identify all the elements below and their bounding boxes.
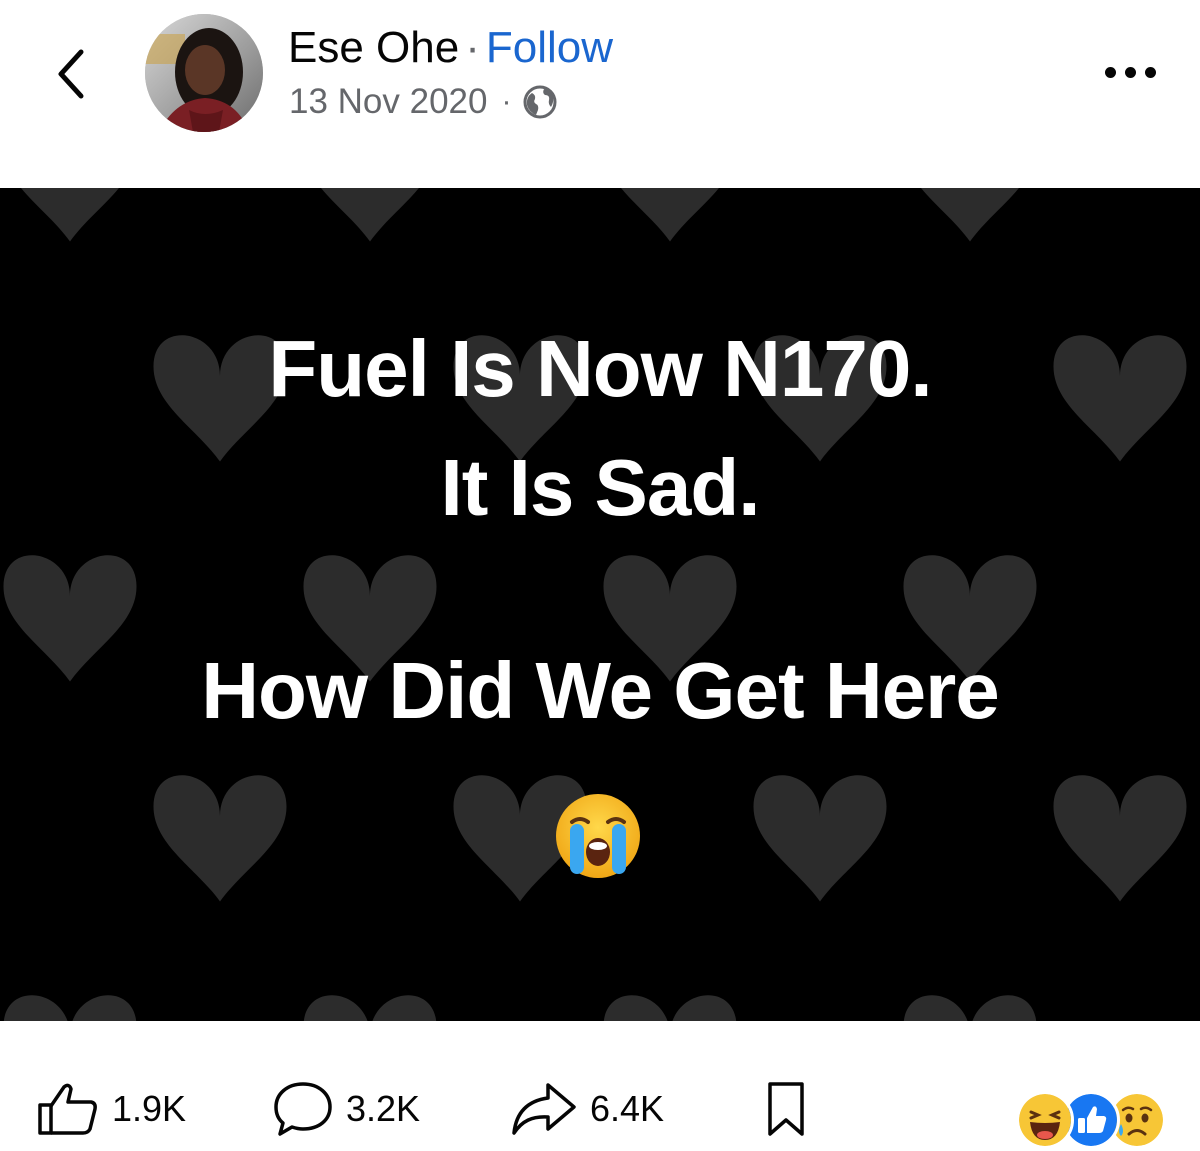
more-dot [1104, 66, 1116, 78]
like-button[interactable]: 1.9K [36, 1069, 186, 1149]
thumbs-up-icon [38, 1083, 97, 1135]
post-date[interactable]: 13 Nov 2020 [289, 82, 487, 122]
back-button[interactable] [40, 36, 100, 112]
comment-button[interactable]: 3.2K [272, 1069, 420, 1149]
action-bar: 1.9K 3.2K 6.4K [0, 1021, 1200, 1151]
chevron-left-icon [58, 49, 84, 99]
post-text-line-1: Fuel Is Now N170. [268, 324, 932, 413]
post-text-line-2: It Is Sad. [440, 443, 761, 532]
separator-dot: · [465, 23, 480, 72]
globe-icon [523, 85, 557, 119]
avatar-photo [145, 14, 263, 132]
share-count: 6.4K [590, 1088, 665, 1129]
post-header: Ese Ohe · Follow 13 Nov 2020 · [0, 0, 1200, 188]
post-text-line-3: How Did We Get Here [201, 646, 999, 735]
avatar[interactable] [145, 14, 263, 132]
share-arrow-icon [512, 1083, 576, 1135]
crying-face-emoji [556, 794, 640, 878]
author-name[interactable]: Ese Ohe [288, 23, 459, 72]
save-button[interactable] [762, 1069, 810, 1149]
author-line: Ese Ohe · Follow [288, 20, 613, 76]
like-count: 1.9K [112, 1088, 187, 1129]
more-options-button[interactable] [1094, 52, 1166, 92]
post-meta: 13 Nov 2020 · [289, 80, 557, 124]
share-button[interactable]: 6.4K [510, 1069, 664, 1149]
separator-dot: · [501, 85, 512, 118]
more-dot [1124, 66, 1136, 78]
more-dot [1144, 66, 1156, 78]
bookmark-icon [768, 1082, 804, 1136]
follow-button[interactable]: Follow [486, 23, 613, 72]
haha-reaction-icon [1016, 1091, 1074, 1149]
comment-count: 3.2K [346, 1088, 421, 1129]
reaction-summary[interactable] [1016, 1091, 1166, 1149]
post-text: Fuel Is Now N170. It Is Sad. How Did We … [0, 188, 1200, 1021]
comment-icon [274, 1082, 332, 1136]
post-image[interactable]: Fuel Is Now N170. It Is Sad. How Did We … [0, 188, 1200, 1021]
